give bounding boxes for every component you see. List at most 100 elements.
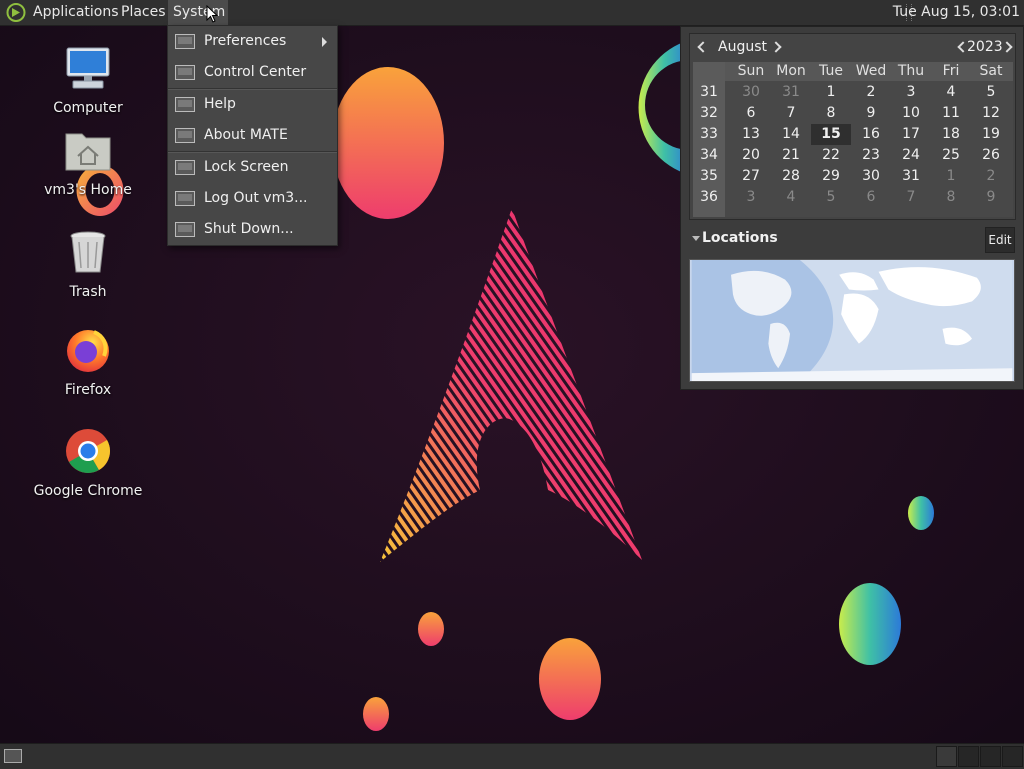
calendar-day[interactable]: 17 [891,124,931,145]
calendar-day[interactable]: 25 [931,145,971,166]
calendar-day[interactable]: 12 [971,103,1011,124]
workspace-2[interactable] [958,746,979,767]
menu-item-label: Shut Down... [204,221,294,237]
show-desktop-icon[interactable] [4,749,22,763]
locations-label[interactable]: Locations [702,230,778,246]
calendar-day[interactable]: 1 [931,166,971,187]
shut-down-icon [175,222,195,237]
places-menu[interactable]: Places [116,0,171,25]
lock-icon [175,160,195,175]
weekday-label: Sun [737,63,765,79]
calendar-day[interactable]: 7 [891,187,931,208]
calendar-day[interactable]: 31 [891,166,931,187]
menu-item-label: Log Out vm3... [204,190,308,206]
calendar-day[interactable]: 4 [931,82,971,103]
calendar-day[interactable]: 19 [971,124,1011,145]
menu-item-label: Lock Screen [204,159,289,175]
week-number: 34 [700,147,718,163]
desktop-icon-firefox[interactable]: Firefox [33,326,143,398]
menu-item-log-out[interactable]: Log Out vm3... [168,183,337,214]
home-folder-icon [65,133,111,171]
calendar-day[interactable]: 8 [811,103,851,124]
workspace-3[interactable] [980,746,1001,767]
next-month-icon[interactable] [770,41,782,53]
menu-item-help[interactable]: Help [168,89,337,120]
applications-menu[interactable]: Applications [28,0,124,25]
calendar-day-today[interactable]: 15 [811,124,851,145]
system-menu-dropdown: Preferences Control Center Help About MA… [167,25,338,246]
menu-item-label: About MATE [204,127,288,143]
system-menu[interactable]: System [168,0,228,25]
week-number: 33 [700,126,718,142]
submenu-arrow-icon [322,37,327,47]
calendar-day[interactable]: 8 [931,187,971,208]
calendar-day[interactable]: 24 [891,145,931,166]
week-number: 32 [700,105,718,121]
calendar-day[interactable]: 5 [811,187,851,208]
calendar-day[interactable]: 6 [851,187,891,208]
menu-item-label: Preferences [204,33,287,49]
menu-item-control-center[interactable]: Control Center [168,57,337,88]
calendar-day[interactable]: 2 [851,82,891,103]
calendar-day[interactable]: 3 [731,187,771,208]
expander-icon[interactable] [692,236,700,241]
clock-applet[interactable]: Tue Aug 15, 03:01 [893,0,1020,25]
weekday-label: Sat [979,63,1003,79]
workspace-4[interactable] [1002,746,1023,767]
calendar-day[interactable]: 27 [731,166,771,187]
calendar-day[interactable]: 18 [931,124,971,145]
desktop-icon-chrome[interactable]: Google Chrome [33,427,143,499]
calendar-day[interactable]: 23 [851,145,891,166]
menu-item-about-mate[interactable]: About MATE [168,120,337,151]
calendar-day[interactable]: 1 [811,82,851,103]
week-number: 36 [700,189,718,205]
calendar-day[interactable]: 4 [771,187,811,208]
calendar-year: 2023 [967,39,1003,55]
calendar-day[interactable]: 30 [851,166,891,187]
calendar-day[interactable]: 5 [971,82,1011,103]
calendar-day[interactable]: 31 [771,82,811,103]
trash-icon [70,231,106,273]
computer-icon [66,47,110,89]
menu-item-lock-screen[interactable]: Lock Screen [168,152,337,183]
calendar-day[interactable]: 10 [891,103,931,124]
calendar-day[interactable]: 29 [811,166,851,187]
calendar-day[interactable]: 9 [851,103,891,124]
workspace-1[interactable] [936,746,957,767]
desktop-icon-label: Trash [69,284,107,300]
calendar-day[interactable]: 14 [771,124,811,145]
desktop-icon-trash[interactable]: Trash [33,228,143,300]
calendar-day[interactable]: 20 [731,145,771,166]
calendar-day[interactable]: 21 [771,145,811,166]
next-year-icon[interactable] [1001,41,1013,53]
calendar-day[interactable]: 13 [731,124,771,145]
mate-logo-icon[interactable] [6,3,26,22]
weekday-label: Mon [776,63,806,79]
week-number: 35 [700,168,718,184]
edit-locations-button[interactable]: Edit [985,227,1015,253]
menu-item-shut-down[interactable]: Shut Down... [168,214,337,245]
previous-month-icon[interactable] [697,41,709,53]
calendar-day[interactable]: 7 [771,103,811,124]
calendar-day[interactable]: 26 [971,145,1011,166]
desktop-icon-computer[interactable]: Computer [33,44,143,116]
desktop-icon-home[interactable]: vm3's Home [33,126,143,198]
calendar-popup: August 2023 Sun Mon Tue Wed Thu Fri Sat 31 30 31 1… [680,26,1024,390]
desktop-icon-label: vm3's Home [44,182,132,198]
help-icon [175,97,195,112]
weekday-label: Fri [942,63,960,79]
calendar-day[interactable]: 16 [851,124,891,145]
calendar-day[interactable]: 6 [731,103,771,124]
calendar-day[interactable]: 9 [971,187,1011,208]
calendar-day[interactable]: 28 [771,166,811,187]
calendar-day[interactable]: 2 [971,166,1011,187]
menu-item-preferences[interactable]: Preferences [168,26,337,57]
calendar-day[interactable]: 30 [731,82,771,103]
desktop-icon-label: Computer [53,100,123,116]
calendar: August 2023 Sun Mon Tue Wed Thu Fri Sat 31 30 31 1… [689,33,1016,220]
menu-item-label: Control Center [204,64,307,80]
calendar-day[interactable]: 11 [931,103,971,124]
menu-item-label: Help [204,96,236,112]
calendar-day[interactable]: 22 [811,145,851,166]
calendar-day[interactable]: 3 [891,82,931,103]
